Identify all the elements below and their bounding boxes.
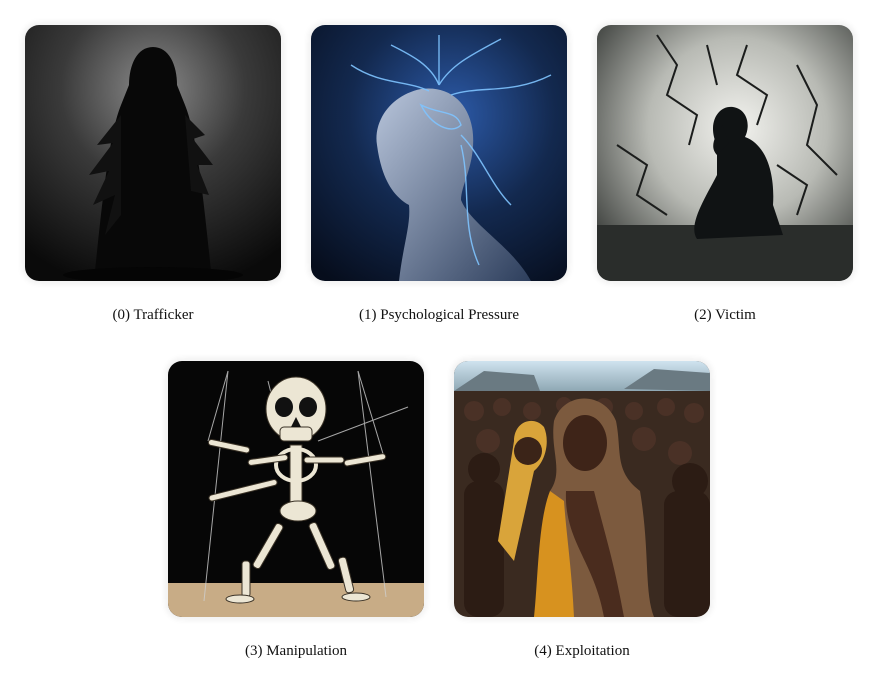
- figure-image-victim: [597, 25, 853, 281]
- figure-image-psychological-pressure: [311, 25, 567, 281]
- figure-image-exploitation: [454, 361, 710, 617]
- hooded-figure-illustration: [25, 25, 281, 281]
- figure-image-manipulation: [168, 361, 424, 617]
- skeleton-marionette-illustration: [168, 361, 424, 617]
- crouching-victim-illustration: [597, 25, 853, 281]
- electric-brain-illustration: [311, 25, 567, 281]
- caption-psychological-pressure: (1) Psychological Pressure: [359, 307, 519, 323]
- figure-image-trafficker: [25, 25, 281, 281]
- caption-trafficker: (0) Trafficker: [112, 307, 194, 323]
- caption-manipulation: (3) Manipulation: [244, 643, 348, 659]
- caption-exploitation: (4) Exploitation: [534, 643, 630, 659]
- crowd-illustration: [454, 361, 710, 617]
- caption-victim: (2) Victim: [694, 307, 756, 323]
